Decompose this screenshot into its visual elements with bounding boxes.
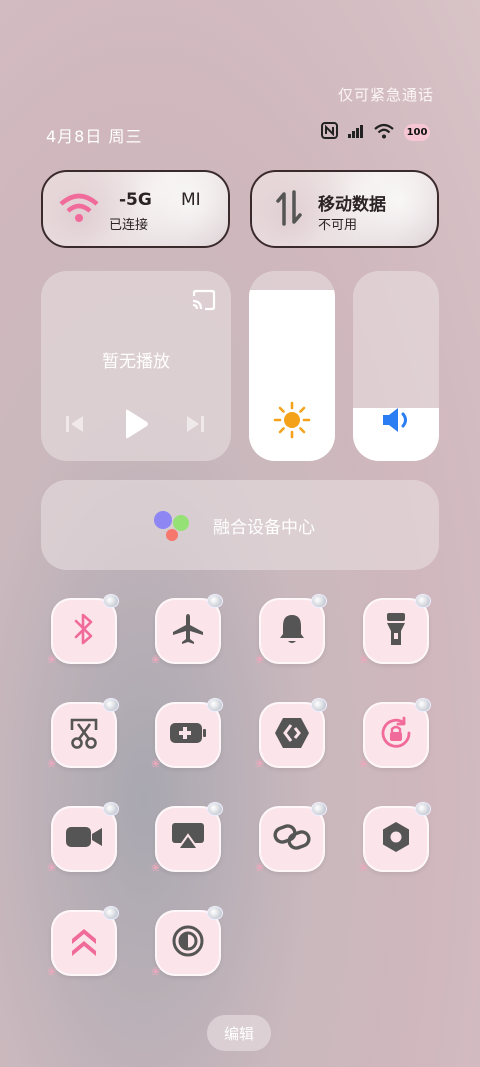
speaker-icon (381, 405, 413, 439)
wifi-icon (374, 123, 394, 143)
bow-decoration: ❀ (47, 861, 57, 874)
airplane-icon (171, 612, 205, 650)
media-player-panel: 暂无播放 (41, 271, 231, 461)
media-title: 暂无播放 (102, 352, 170, 372)
chain-link-icon (273, 822, 311, 856)
mobile-data-title: 移动数据 (318, 195, 386, 215)
rotation-lock-icon (378, 715, 414, 755)
boost-toggle[interactable]: ❀ (47, 906, 119, 978)
nfc-icon (321, 122, 338, 143)
bow-decoration: ❀ (151, 757, 161, 770)
video-icon (65, 824, 103, 854)
settings-toggle[interactable]: ❀ (359, 802, 431, 874)
bow-decoration: ❀ (47, 757, 57, 770)
bow-decoration: ❀ (359, 861, 369, 874)
sun-icon (273, 401, 311, 443)
screen-record-toggle[interactable]: ❀ (47, 802, 119, 874)
mobile-data-status: 不可用 (318, 218, 358, 233)
next-icon[interactable] (185, 414, 205, 438)
battery-icon: 100 (404, 124, 430, 141)
volume-slider[interactable] (353, 271, 439, 461)
screen-cast-icon (170, 821, 206, 857)
screen-cast-toggle[interactable]: ❀ (151, 802, 223, 874)
bow-decoration: ❀ (359, 653, 369, 666)
bow-decoration: ❀ (47, 653, 57, 666)
bow-decoration: ❀ (151, 653, 161, 666)
bow-decoration: ❀ (151, 861, 161, 874)
date-text: 4月8日 周三 (46, 127, 143, 146)
gem-decoration (415, 594, 431, 608)
gem-decoration (103, 906, 119, 920)
battery-saver-icon (169, 720, 207, 750)
link-share-toggle[interactable]: ❀ (255, 698, 327, 770)
gem-decoration (311, 594, 327, 608)
link-share-icon (274, 716, 310, 754)
gem-decoration (207, 594, 223, 608)
settings-nut-icon (379, 820, 413, 858)
signal-icon (348, 123, 364, 142)
mobile-data-tile[interactable]: 移动数据 不可用 (250, 170, 439, 248)
wifi-icon (59, 192, 99, 228)
gem-decoration (207, 698, 223, 712)
wifi-network-name-suffix: MI (181, 190, 201, 210)
gem-decoration (103, 698, 119, 712)
gem-decoration (207, 802, 223, 816)
gem-decoration (415, 802, 431, 816)
edit-button[interactable]: 编辑 (207, 1015, 271, 1051)
bow-decoration: ❀ (255, 653, 265, 666)
gem-decoration (103, 802, 119, 816)
dark-mode-toggle[interactable]: ❀ (151, 906, 223, 978)
bow-decoration: ❀ (359, 757, 369, 770)
cast-icon[interactable] (191, 289, 217, 315)
bow-decoration: ❀ (47, 965, 57, 978)
rotation-lock-toggle[interactable]: ❀ (359, 698, 431, 770)
device-hub-icon (151, 508, 195, 548)
airplane-mode-toggle[interactable]: ❀ (151, 594, 223, 666)
data-transfer-icon (276, 190, 302, 230)
gem-decoration (415, 698, 431, 712)
fusion-device-center[interactable]: 融合设备中心 (41, 480, 439, 570)
battery-saver-toggle[interactable]: ❀ (151, 698, 223, 770)
bow-decoration: ❀ (255, 757, 265, 770)
gem-decoration (311, 802, 327, 816)
wifi-network-name: -5G (119, 190, 152, 210)
play-icon[interactable] (123, 409, 149, 443)
flashlight-toggle[interactable]: ❀ (359, 594, 431, 666)
bluetooth-icon (70, 612, 98, 650)
gem-decoration (311, 698, 327, 712)
wifi-status: 已连接 (109, 218, 149, 233)
previous-icon[interactable] (65, 414, 85, 438)
bow-decoration: ❀ (255, 861, 265, 874)
bluetooth-toggle[interactable]: ❀ (47, 594, 119, 666)
double-up-icon (69, 925, 99, 961)
fusion-title: 融合设备中心 (213, 518, 315, 538)
status-icons: 100 (321, 122, 430, 143)
gem-decoration (207, 906, 223, 920)
gem-decoration (103, 594, 119, 608)
flashlight-icon (383, 611, 409, 651)
link-toggle[interactable]: ❀ (255, 802, 327, 874)
screenshot-toggle[interactable]: ❀ (47, 698, 119, 770)
bow-decoration: ❀ (151, 965, 161, 978)
ringer-toggle[interactable]: ❀ (255, 594, 327, 666)
brightness-slider[interactable] (249, 271, 335, 461)
emergency-calls-text: 仅可紧急通话 (337, 86, 434, 104)
contrast-icon (171, 924, 205, 962)
screenshot-icon (68, 716, 100, 754)
bell-icon (277, 612, 307, 650)
wifi-tile[interactable]: -5G MI 已连接 (41, 170, 230, 248)
